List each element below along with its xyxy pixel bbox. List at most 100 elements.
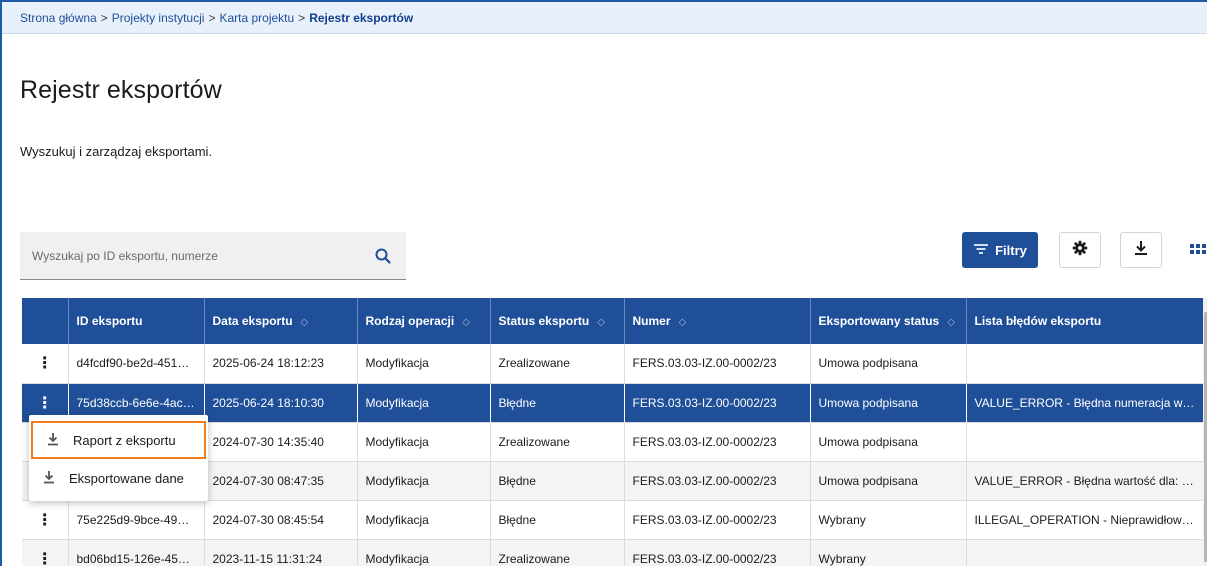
cell-status: Błędne	[490, 383, 625, 423]
cell-errors: VALUE_ERROR - Błędna numeracja w…	[966, 383, 1204, 423]
download-icon	[47, 432, 59, 449]
sort-icon[interactable]: ◇	[301, 317, 309, 328]
sort-icon[interactable]: ◇	[679, 317, 687, 328]
cell-id: d4fcdf90-be2d-451…	[68, 344, 205, 384]
cell-date: 2025-06-24 18:12:23	[204, 344, 358, 384]
filters-button-label: Filtry	[995, 242, 1027, 258]
table-row[interactable]: ⋮ d4fcdf90-be2d-451… 2025-06-24 18:12:23…	[22, 344, 1204, 384]
page-description: Wyszukuj i zarządzaj eksportami.	[20, 144, 213, 159]
filters-button[interactable]: Filtry	[962, 232, 1038, 268]
cell-id: 75e225d9-9bce-49a…	[68, 500, 205, 540]
filter-icon	[973, 243, 989, 258]
kebab-menu-icon: ⋮	[36, 550, 53, 566]
cell-number: FERS.03.03-IZ.00-0002/23	[624, 461, 811, 501]
table-row[interactable]: ⋮ 75e225d9-9bce-49a… 2024-07-30 08:45:54…	[22, 500, 1204, 540]
table-row[interactable]: ⋮ bd06bd15-126e-45… 2023-11-15 11:31:24 …	[22, 539, 1204, 566]
cell-status: Błędne	[490, 500, 625, 540]
grid-view-button[interactable]	[1188, 239, 1207, 259]
breadcrumb-separator: >	[298, 11, 306, 25]
cell-exported-status: Wybrany	[810, 500, 967, 540]
cell-date: 2024-07-30 14:35:40	[204, 422, 358, 462]
table-header-row: ID eksportu Data eksportu ◇ Rodzaj operac…	[22, 298, 1204, 344]
sort-icon[interactable]: ◇	[462, 317, 470, 328]
cell-number: FERS.03.03-IZ.00-0002/23	[624, 383, 811, 423]
cell-exported-status: Wybrany	[810, 539, 967, 566]
sort-icon[interactable]: ◇	[597, 317, 605, 328]
cell-operation: Modyfikacja	[357, 500, 491, 540]
cell-errors: ILLEGAL_OPERATION - Nieprawidłow…	[966, 500, 1204, 540]
cell-exported-status: Umowa podpisana	[810, 383, 967, 423]
cell-status: Błędne	[490, 461, 625, 501]
breadcrumb-separator: >	[100, 11, 108, 25]
cell-errors: VALUE_ERROR - Błędna wartość dla: …	[966, 461, 1204, 501]
column-header-label: Data eksportu	[212, 314, 293, 328]
menu-item-label: Raport z eksportu	[73, 432, 176, 448]
cell-status: Zrealizowane	[490, 422, 625, 462]
cell-exported-status: Umowa podpisana	[810, 344, 967, 384]
column-header-id: ID eksportu	[68, 298, 205, 344]
cell-operation: Modyfikacja	[357, 461, 491, 501]
cell-number: FERS.03.03-IZ.00-0002/23	[624, 422, 811, 462]
cell-number: FERS.03.03-IZ.00-0002/23	[624, 500, 811, 540]
menu-item-export-report[interactable]: Raport z eksportu	[31, 421, 206, 459]
column-header-label: Status eksportu	[498, 314, 590, 328]
column-header-status[interactable]: Status eksportu ◇	[490, 298, 625, 344]
gear-icon	[1072, 240, 1088, 261]
grid-view-icon	[1188, 244, 1207, 263]
cell-errors	[966, 422, 1204, 462]
cell-exported-status: Umowa podpisana	[810, 422, 967, 462]
column-header-date[interactable]: Data eksportu ◇	[204, 298, 358, 344]
cell-operation: Modyfikacja	[357, 344, 491, 384]
cell-status: Zrealizowane	[490, 344, 625, 384]
download-icon	[43, 470, 55, 487]
row-actions-button[interactable]: ⋮	[22, 344, 69, 384]
kebab-menu-icon: ⋮	[36, 394, 53, 412]
row-actions-button[interactable]: ⋮	[22, 539, 69, 566]
cell-number: FERS.03.03-IZ.00-0002/23	[624, 344, 811, 384]
cell-date: 2023-11-15 11:31:24	[204, 539, 358, 566]
search-input[interactable]	[20, 232, 360, 279]
cell-date: 2024-07-30 08:45:54	[204, 500, 358, 540]
column-header-label: ID eksportu	[76, 314, 143, 328]
cell-number: FERS.03.03-IZ.00-0002/23	[624, 539, 811, 566]
cell-status: Zrealizowane	[490, 539, 625, 566]
breadcrumb-link-home[interactable]: Strona główna	[20, 11, 97, 25]
sort-icon[interactable]: ◇	[947, 317, 955, 328]
settings-button[interactable]	[1059, 232, 1101, 268]
breadcrumb-link-project-card[interactable]: Karta projektu	[219, 11, 294, 25]
column-header-number[interactable]: Numer ◇	[624, 298, 811, 344]
cell-date: 2024-07-30 08:47:35	[204, 461, 358, 501]
column-header-label: Numer	[632, 314, 671, 328]
cell-date: 2025-06-24 18:10:30	[204, 383, 358, 423]
cell-operation: Modyfikacja	[357, 383, 491, 423]
cell-operation: Modyfikacja	[357, 422, 491, 462]
kebab-menu-icon: ⋮	[36, 511, 53, 529]
column-header-exported-status[interactable]: Eksportowany status ◇	[810, 298, 967, 344]
cell-exported-status: Umowa podpisana	[810, 461, 967, 501]
column-header-errors: Lista błędów eksportu	[966, 298, 1204, 344]
column-header-operation[interactable]: Rodzaj operacji ◇	[357, 298, 491, 344]
table-scrollbar[interactable]	[1203, 298, 1207, 566]
breadcrumb: Strona główna > Projekty instytucji > Karta …	[2, 2, 1207, 34]
menu-item-exported-data[interactable]: Eksportowane dane	[29, 459, 208, 497]
column-header-label: Rodzaj operacji	[365, 314, 455, 328]
page-title: Rejestr eksportów	[20, 76, 222, 104]
search-icon[interactable]	[374, 247, 392, 265]
cell-id: bd06bd15-126e-45…	[68, 539, 205, 566]
cell-errors	[966, 539, 1204, 566]
download-button[interactable]	[1120, 232, 1162, 268]
search-box	[20, 232, 406, 280]
breadcrumb-current: Rejestr eksportów	[309, 11, 414, 25]
cell-operation: Modyfikacja	[357, 539, 491, 566]
download-icon	[1134, 240, 1148, 261]
app-frame: Strona główna > Projekty instytucji > Karta …	[0, 0, 1207, 566]
row-actions-button[interactable]: ⋮	[22, 500, 69, 540]
column-header-label: Eksportowany status	[818, 314, 940, 328]
kebab-menu-icon: ⋮	[36, 355, 53, 373]
cell-errors	[966, 344, 1204, 384]
column-header-actions	[22, 298, 69, 344]
column-header-label: Lista błędów eksportu	[974, 314, 1102, 328]
breadcrumb-link-projects[interactable]: Projekty instytucji	[112, 11, 205, 25]
row-context-menu: Raport z eksportu Eksportowane dane	[29, 415, 208, 501]
breadcrumb-separator: >	[208, 11, 216, 25]
